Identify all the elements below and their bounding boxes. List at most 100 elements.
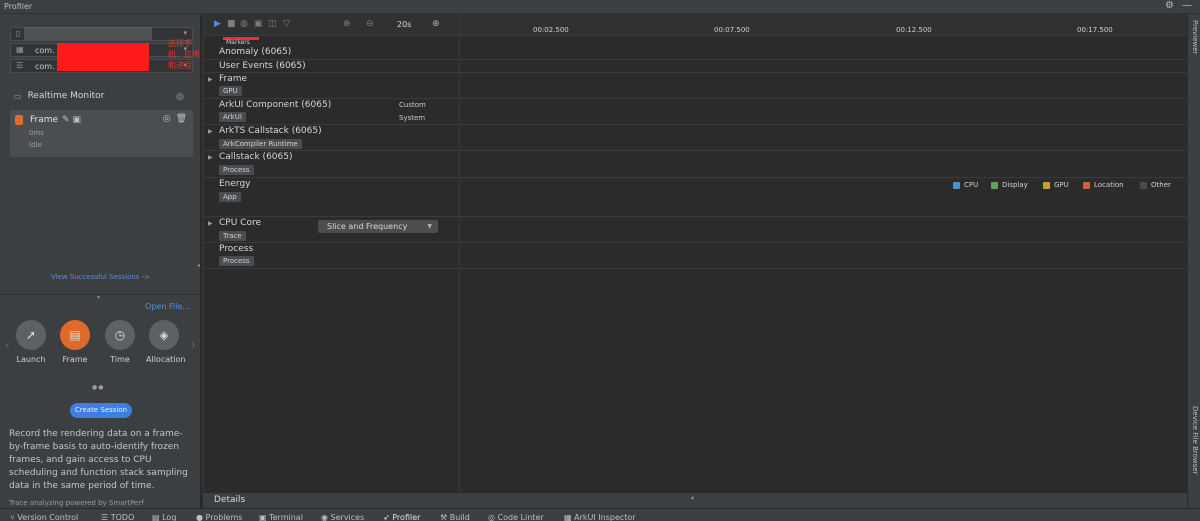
lane-sub-custom: Custom	[399, 101, 426, 109]
minimize-icon[interactable]: —	[1182, 0, 1192, 11]
collapse-arrow-icon[interactable]: ◂	[197, 262, 200, 269]
powered-by-text: Trace analyzing powered by SmartPerf	[9, 499, 144, 507]
tab-profiler[interactable]: ➶ Profiler	[383, 513, 420, 521]
annotation-text: 选择手机，应用和进程	[168, 39, 200, 70]
details-panel-header[interactable]: Details ▴	[203, 492, 1187, 508]
lane-tag: Process	[219, 165, 254, 175]
chevron-down-icon: ▼	[427, 223, 432, 230]
lane-process[interactable]: Process Process	[203, 243, 1187, 269]
monitor-settings-icon[interactable]: ◎	[176, 92, 184, 102]
window-title: Profiler	[4, 2, 33, 11]
zoom-out-icon[interactable]: ⊖	[366, 19, 374, 29]
gear-icon[interactable]: ⚙	[1165, 0, 1174, 11]
edit-icon[interactable]: ✎ ▣	[62, 115, 81, 125]
stop-icon[interactable]: ■	[227, 19, 236, 29]
legend-display: Display	[991, 181, 1028, 189]
process-icon: ☰	[16, 61, 24, 70]
mode-time[interactable]: ◷ Time	[102, 320, 138, 364]
legend-swatch	[1083, 181, 1090, 189]
tab-log[interactable]: ▤ Log	[152, 513, 176, 521]
legend-swatch	[953, 181, 960, 189]
lane-user-events[interactable]: User Events (6065)	[203, 60, 1187, 73]
play-icon[interactable]: ▶	[214, 19, 221, 29]
title-bar: Profiler ⚙ —	[0, 0, 1200, 14]
chevron-right-icon[interactable]: ›	[191, 338, 196, 352]
trash-icon[interactable]: 🗑	[176, 114, 187, 124]
zoom-in-icon[interactable]: ⊕	[343, 19, 351, 29]
bottom-tool-bar: ⑂ Version Control ☰ TODO ▤ Log ● Problem…	[0, 508, 1200, 521]
expand-arrow-icon[interactable]: ▶	[208, 154, 213, 161]
expand-arrow-icon[interactable]: ▾	[97, 294, 100, 301]
tab-version-control[interactable]: ⑂ Version Control	[10, 513, 78, 521]
mode-frame[interactable]: ▤ Frame	[57, 320, 93, 364]
expand-arrow-icon[interactable]: ▶	[208, 128, 213, 135]
lane-tag: ArkUI	[219, 112, 246, 122]
lane-frame[interactable]: ▶ Frame GPU	[203, 73, 1187, 99]
redaction-block	[57, 43, 149, 71]
tab-services[interactable]: ◉ Services	[321, 513, 364, 521]
tab-build[interactable]: ⚒ Build	[440, 513, 470, 521]
mode-description: Record the rendering data on a frame-by-…	[9, 429, 188, 491]
lane-energy[interactable]: Energy App	[203, 178, 1187, 217]
legend-swatch	[991, 181, 998, 189]
lane-anomaly[interactable]: Anomaly (6065)	[203, 46, 1187, 60]
record-icon[interactable]: ◎	[163, 114, 171, 124]
clock-icon: ◷	[105, 320, 135, 350]
lane-tag: Trace	[219, 231, 246, 241]
chevron-left-icon[interactable]: ‹	[5, 338, 10, 352]
screenshot-icon[interactable]: ◫	[268, 19, 277, 29]
session-card[interactable]: Frame ✎ ▣ 0ms Idle ◎ 🗑	[10, 110, 193, 157]
carousel-dots: ●●	[92, 384, 105, 391]
lane-tag: App	[219, 192, 241, 202]
lane-tag: Process	[219, 256, 254, 266]
record-icon[interactable]: ◍	[240, 19, 248, 29]
expand-arrow-icon[interactable]: ▶	[208, 76, 213, 83]
device-file-browser-tab[interactable]: Device File Browser	[1191, 406, 1199, 474]
legend-swatch	[1043, 181, 1050, 189]
divider	[0, 294, 201, 295]
apps-icon: ▦	[16, 45, 24, 54]
session-type-carousel: ‹ ➚ Launch ▤ Frame ◷ Time ◈ Allocation ›	[0, 320, 201, 370]
legend-gpu: GPU	[1043, 181, 1069, 189]
previewer-tab[interactable]: Previewer	[1191, 20, 1199, 54]
rocket-icon: ➚	[16, 320, 46, 350]
view-successful-sessions-link[interactable]: View Successful Sessions ->	[0, 273, 201, 281]
lane-divider	[459, 14, 460, 494]
tab-code-linter[interactable]: ◎ Code Linter	[488, 513, 544, 521]
cube-icon: ◈	[149, 320, 179, 350]
legend-swatch	[1140, 181, 1147, 189]
realtime-monitor-title: ▭ Realtime Monitor	[14, 91, 105, 101]
time-tick: 00:12.500	[896, 26, 932, 34]
lane-arkts-callstack[interactable]: ▶ ArkTS Callstack (6065) ArkCompiler Run…	[203, 125, 1187, 151]
create-session-button[interactable]: Create Session	[70, 403, 132, 418]
save-icon[interactable]: ▣	[254, 19, 263, 29]
collapse-arrow-icon[interactable]: ▴	[691, 494, 694, 501]
left-panel: ▯ ▾ ▦ com. ▾ ☰ com. ▾ 选择手机，应用和进程 ▭ Realt…	[0, 14, 201, 508]
mode-allocation[interactable]: ◈ Allocation	[146, 320, 185, 364]
redacted-device	[24, 27, 152, 40]
lane-callstack[interactable]: ▶ Callstack (6065) Process	[203, 151, 1187, 178]
monitor-icon: ▭	[14, 91, 22, 101]
tab-todo[interactable]: ☰ TODO	[101, 513, 134, 521]
duration-label: 20s	[397, 20, 412, 29]
tab-terminal[interactable]: ▣ Terminal	[259, 513, 303, 521]
right-tool-strip: Previewer Device File Browser	[1187, 14, 1200, 508]
add-icon[interactable]: ⊕	[432, 19, 440, 29]
tab-problems[interactable]: ● Problems	[196, 513, 242, 521]
time-tick: 00:02.500	[533, 26, 569, 34]
expand-arrow-icon[interactable]: ▶	[208, 220, 213, 227]
profiler-window: Profiler ⚙ — ▯ ▾ ▦ com. ▾ ☰ com. ▾ 选择手机，…	[0, 0, 1200, 521]
frame-icon: ▤	[60, 320, 90, 350]
filter-icon[interactable]: ▽	[283, 19, 290, 29]
cpu-core-mode-dropdown[interactable]: Slice and Frequency ▼	[318, 220, 438, 233]
mode-launch[interactable]: ➚ Launch	[13, 320, 49, 364]
frame-icon	[15, 115, 23, 125]
timeline-area: ▶ ■ ◍ ▣ ◫ ▽ ⊕ ⊖ 20s ⊕ 00:02.500 00:07.50…	[203, 14, 1187, 508]
open-file-link[interactable]: Open File...	[145, 302, 190, 311]
lane-arkui-component[interactable]: ArkUI Component (6065) ArkUI Custom Syst…	[203, 99, 1187, 125]
legend-location: Location	[1083, 181, 1124, 189]
tab-arkui-inspector[interactable]: ▦ ArkUI Inspector	[564, 513, 636, 521]
lane-tag: ArkCompiler Runtime	[219, 139, 302, 149]
time-tick: 00:07.500	[714, 26, 750, 34]
legend-cpu: CPU	[953, 181, 978, 189]
